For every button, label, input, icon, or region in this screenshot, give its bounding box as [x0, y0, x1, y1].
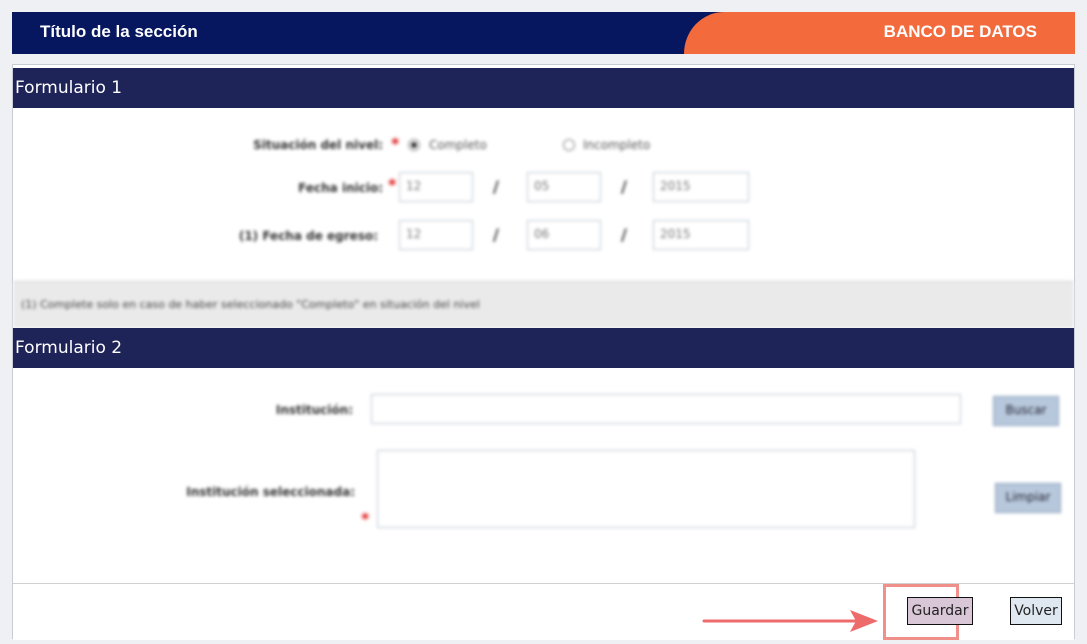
radio-incomplete[interactable] [563, 139, 575, 151]
nivel-label: Situación del nivel: [253, 138, 383, 152]
form2-header: Formulario 2 [13, 328, 1074, 368]
radio-incomplete-label: Incompleto [583, 138, 651, 152]
date-separator: / [621, 225, 627, 244]
required-mark: * [361, 509, 370, 528]
form1-header: Formulario 1 [13, 68, 1074, 108]
form2-title: Formulario 2 [15, 338, 123, 358]
fecha-inicio-day[interactable]: 12 [399, 172, 473, 202]
note-text: (1) Complete solo en caso de haber selec… [21, 298, 480, 311]
fecha-egreso-day[interactable]: 12 [399, 220, 473, 250]
section-title: Título de la sección [40, 22, 198, 41]
radio-complete-label: Completo [429, 138, 487, 152]
fecha-egreso-label: (1) Fecha de egreso: [238, 229, 378, 243]
buscar-button[interactable]: Buscar [993, 396, 1059, 426]
fecha-inicio-year[interactable]: 2015 [653, 172, 749, 202]
guardar-button[interactable]: Guardar [907, 597, 973, 625]
main-panel: Formulario 1 Situación del nivel: * Comp… [12, 64, 1075, 640]
date-separator: / [493, 225, 499, 244]
fecha-egreso-month[interactable]: 06 [527, 220, 601, 250]
required-mark: * [391, 134, 400, 153]
seleccionada-textarea[interactable] [377, 450, 915, 528]
institucion-label: Institución: [275, 403, 353, 417]
date-separator: / [621, 177, 627, 196]
top-header: Título de la sección BANCO DE DATOS [12, 12, 1075, 54]
required-mark: * [388, 175, 397, 194]
fecha-inicio-month[interactable]: 05 [527, 172, 601, 202]
seleccionada-label: Institución seleccionada: [186, 485, 355, 499]
fecha-inicio-label: Fecha inicio: [298, 181, 383, 195]
date-separator: / [493, 177, 499, 196]
volver-button[interactable]: Volver [1010, 597, 1062, 625]
form1-note: (1) Complete solo en caso de haber selec… [13, 281, 1074, 328]
brand-label: BANCO DE DATOS [883, 22, 1037, 41]
form1-title: Formulario 1 [15, 78, 123, 98]
fecha-egreso-year[interactable]: 2015 [653, 220, 749, 250]
institucion-input[interactable] [371, 394, 961, 424]
limpiar-button[interactable]: Limpiar [995, 483, 1061, 513]
pointer-arrow [702, 610, 878, 632]
radio-complete[interactable] [408, 139, 420, 151]
